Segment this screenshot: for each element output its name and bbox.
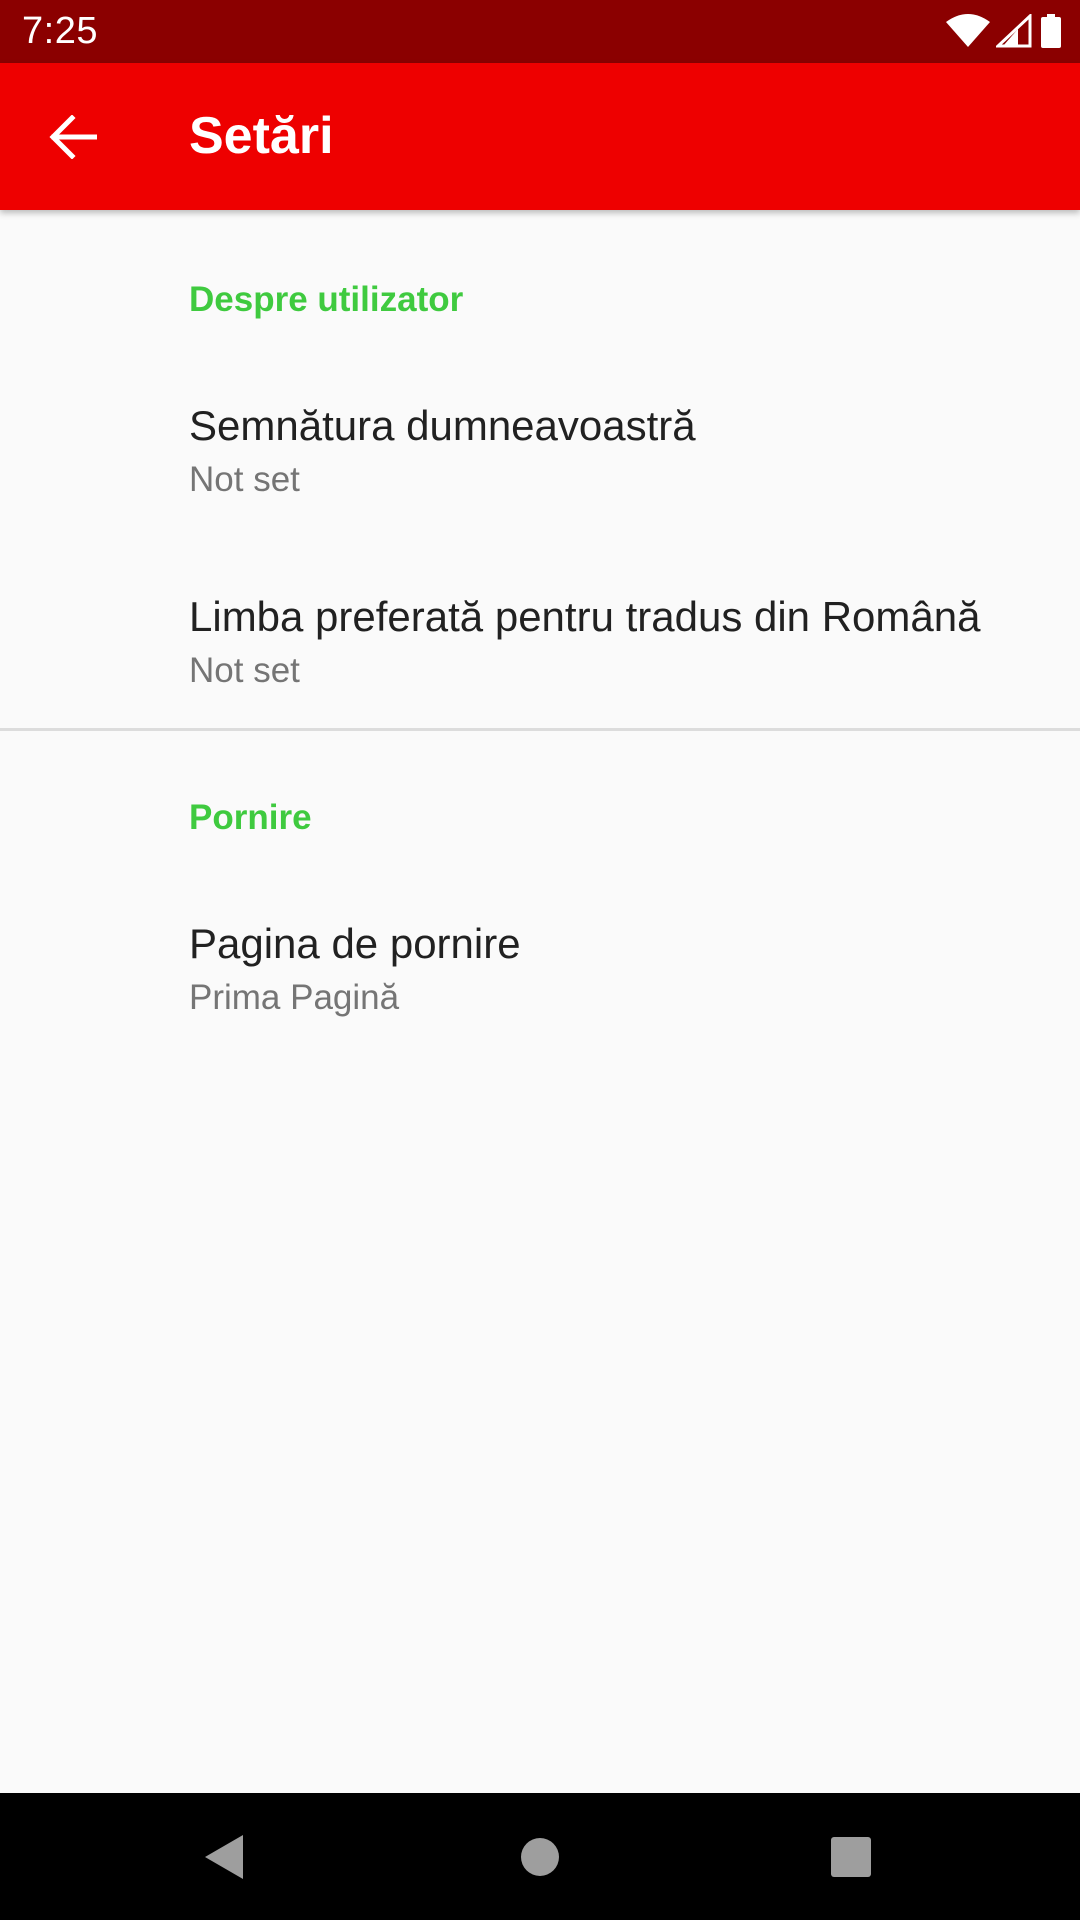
- nav-recents-button[interactable]: [806, 1817, 896, 1897]
- wifi-icon: [946, 14, 990, 47]
- pref-title: Semnătura dumneavoastră: [189, 402, 696, 449]
- back-triangle-icon: [205, 1835, 243, 1879]
- pref-item-semnatura[interactable]: Semnătura dumneavoastră Not set: [0, 350, 1080, 540]
- signal-icon: [996, 14, 1032, 48]
- pref-title: Limba preferată pentru tradus din Română: [189, 593, 981, 640]
- status-bar: 7:25: [0, 0, 1080, 63]
- app-bar: Setări: [0, 63, 1080, 210]
- pref-item-pagina-de-pornire[interactable]: Pagina de pornire Prima Pagină: [0, 870, 1080, 1060]
- divider: [0, 728, 1080, 731]
- home-circle-icon: [521, 1838, 559, 1876]
- pref-summary: Prima Pagină: [189, 978, 400, 1017]
- page-title: Setări: [189, 107, 334, 165]
- pref-item-limba-preferata[interactable]: Limba preferată pentru tradus din Română…: [0, 540, 1080, 730]
- navigation-bar: [0, 1793, 1080, 1920]
- pref-summary: Not set: [189, 460, 300, 499]
- nav-home-button[interactable]: [495, 1817, 585, 1897]
- category-title-despre-utilizator: Despre utilizator: [189, 280, 464, 319]
- category-title-pornire: Pornire: [189, 798, 312, 837]
- battery-icon: [1041, 14, 1061, 48]
- recents-square-icon: [831, 1837, 871, 1877]
- back-button[interactable]: [30, 99, 116, 175]
- status-time: 7:25: [22, 10, 98, 52]
- pref-summary: Not set: [189, 651, 300, 690]
- arrow-back-icon: [49, 115, 97, 159]
- nav-back-button[interactable]: [180, 1817, 270, 1897]
- pref-title: Pagina de pornire: [189, 920, 521, 967]
